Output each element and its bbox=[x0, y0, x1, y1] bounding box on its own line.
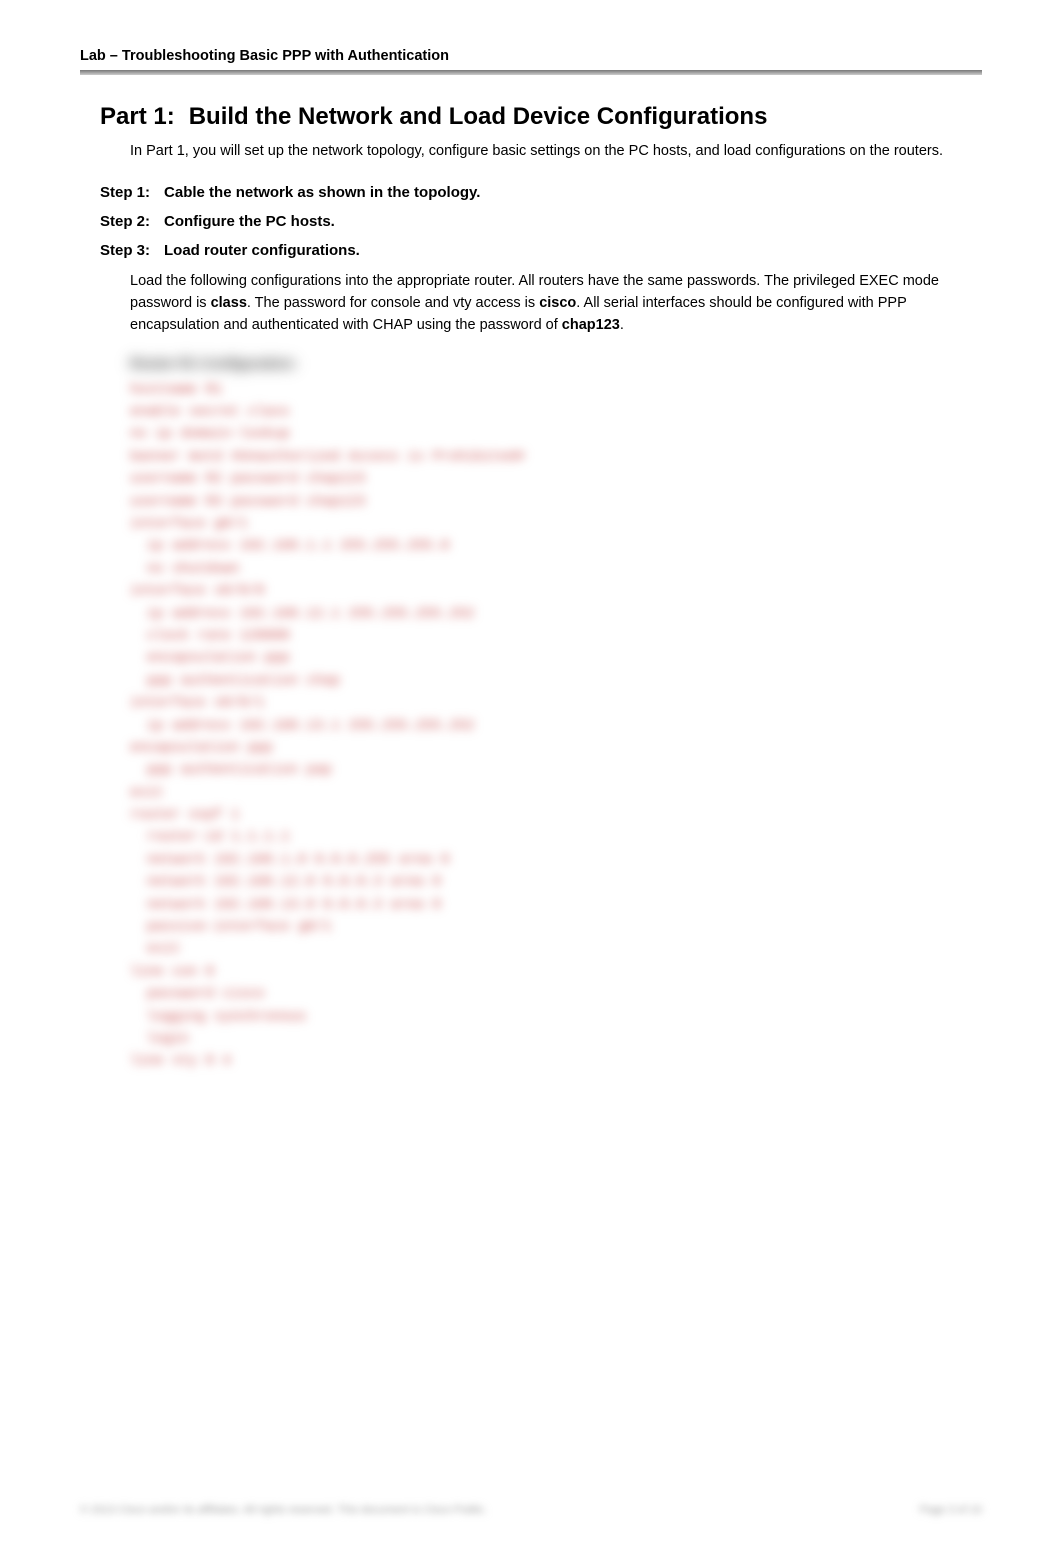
config-line: passive-interface g0/1 bbox=[130, 916, 982, 938]
config-line: router-id 1.1.1.1 bbox=[130, 826, 982, 848]
step3-label: Step 3: bbox=[100, 242, 150, 259]
config-line: network 192.168.13.0 0.0.0.3 area 0 bbox=[130, 894, 982, 916]
part-title-text: Build the Network and Load Device Config… bbox=[189, 103, 768, 131]
config-line: password cisco bbox=[130, 983, 982, 1005]
part-intro: In Part 1, you will set up the network t… bbox=[80, 141, 982, 162]
s3-b2: cisco bbox=[539, 295, 576, 311]
s3-post: . bbox=[620, 317, 624, 333]
config-line: router ospf 1 bbox=[130, 804, 982, 826]
part-label: Part 1: bbox=[100, 103, 175, 131]
config-line: ppp authentication pap bbox=[130, 759, 982, 781]
step3-title: Step 3: Load router configurations. bbox=[80, 242, 982, 259]
footer-left: © 2013 Cisco and/or its affiliates. All … bbox=[80, 1504, 487, 1516]
step2-label: Step 2: bbox=[100, 213, 150, 230]
config-line: line con 0 bbox=[130, 961, 982, 983]
footer-right: Page 3 of 10 bbox=[920, 1504, 982, 1516]
config-line: encapsulation ppp bbox=[130, 647, 982, 669]
config-line: clock rate 128000 bbox=[130, 625, 982, 647]
step1-text: Cable the network as shown in the topolo… bbox=[164, 184, 480, 201]
config-line: interface g0/1 bbox=[130, 513, 982, 535]
config-line: ip address 192.168.13.1 255.255.255.252 bbox=[130, 715, 982, 737]
s3-mid1: . The password for console and vty acces… bbox=[247, 295, 539, 311]
config-line: encapsulation ppp bbox=[130, 737, 982, 759]
step1-label: Step 1: bbox=[100, 184, 150, 201]
s3-b1: class bbox=[211, 295, 247, 311]
step3-text: Load router configurations. bbox=[164, 242, 360, 259]
config-line: banner motd #Unauthorized Access is Proh… bbox=[130, 446, 982, 468]
step3-body: Load the following configurations into t… bbox=[80, 271, 982, 336]
step1-title: Step 1: Cable the network as shown in th… bbox=[80, 184, 982, 201]
part-title: Part 1: Build the Network and Load Devic… bbox=[80, 103, 982, 131]
page-footer: © 2013 Cisco and/or its affiliates. All … bbox=[80, 1504, 982, 1516]
config-line: hostname R1 bbox=[130, 379, 982, 401]
config-line: network 192.168.1.0 0.0.0.255 area 0 bbox=[130, 849, 982, 871]
config-line: no shutdown bbox=[130, 558, 982, 580]
config-line: username R3 password chap123 bbox=[130, 491, 982, 513]
config-line: username R2 password chap123 bbox=[130, 468, 982, 490]
config-line: exit bbox=[130, 782, 982, 804]
config-line: line vty 0 4 bbox=[130, 1050, 982, 1072]
config-line: ppp authentication chap bbox=[130, 670, 982, 692]
config-line: interface s0/0/0 bbox=[130, 580, 982, 602]
config-line: login bbox=[130, 1028, 982, 1050]
config-line: ip address 192.168.1.1 255.255.255.0 bbox=[130, 535, 982, 557]
running-header: Lab – Troubleshooting Basic PPP with Aut… bbox=[80, 48, 982, 70]
config-line: enable secret class bbox=[130, 401, 982, 423]
s3-b3: chap123 bbox=[562, 317, 620, 333]
blurred-config: Router R1 Configuration: hostname R1enab… bbox=[80, 352, 982, 1073]
config-line: interface s0/0/1 bbox=[130, 692, 982, 714]
blurred-heading: Router R1 Configuration: bbox=[130, 352, 982, 374]
config-line: exit bbox=[130, 938, 982, 960]
step2-title: Step 2: Configure the PC hosts. bbox=[80, 213, 982, 230]
config-line: logging synchronous bbox=[130, 1006, 982, 1028]
config-line: no ip domain-lookup bbox=[130, 423, 982, 445]
header-rule bbox=[80, 70, 982, 75]
config-line: network 192.168.12.0 0.0.0.3 area 0 bbox=[130, 871, 982, 893]
config-line: ip address 192.168.12.1 255.255.255.252 bbox=[130, 603, 982, 625]
step2-text: Configure the PC hosts. bbox=[164, 213, 335, 230]
